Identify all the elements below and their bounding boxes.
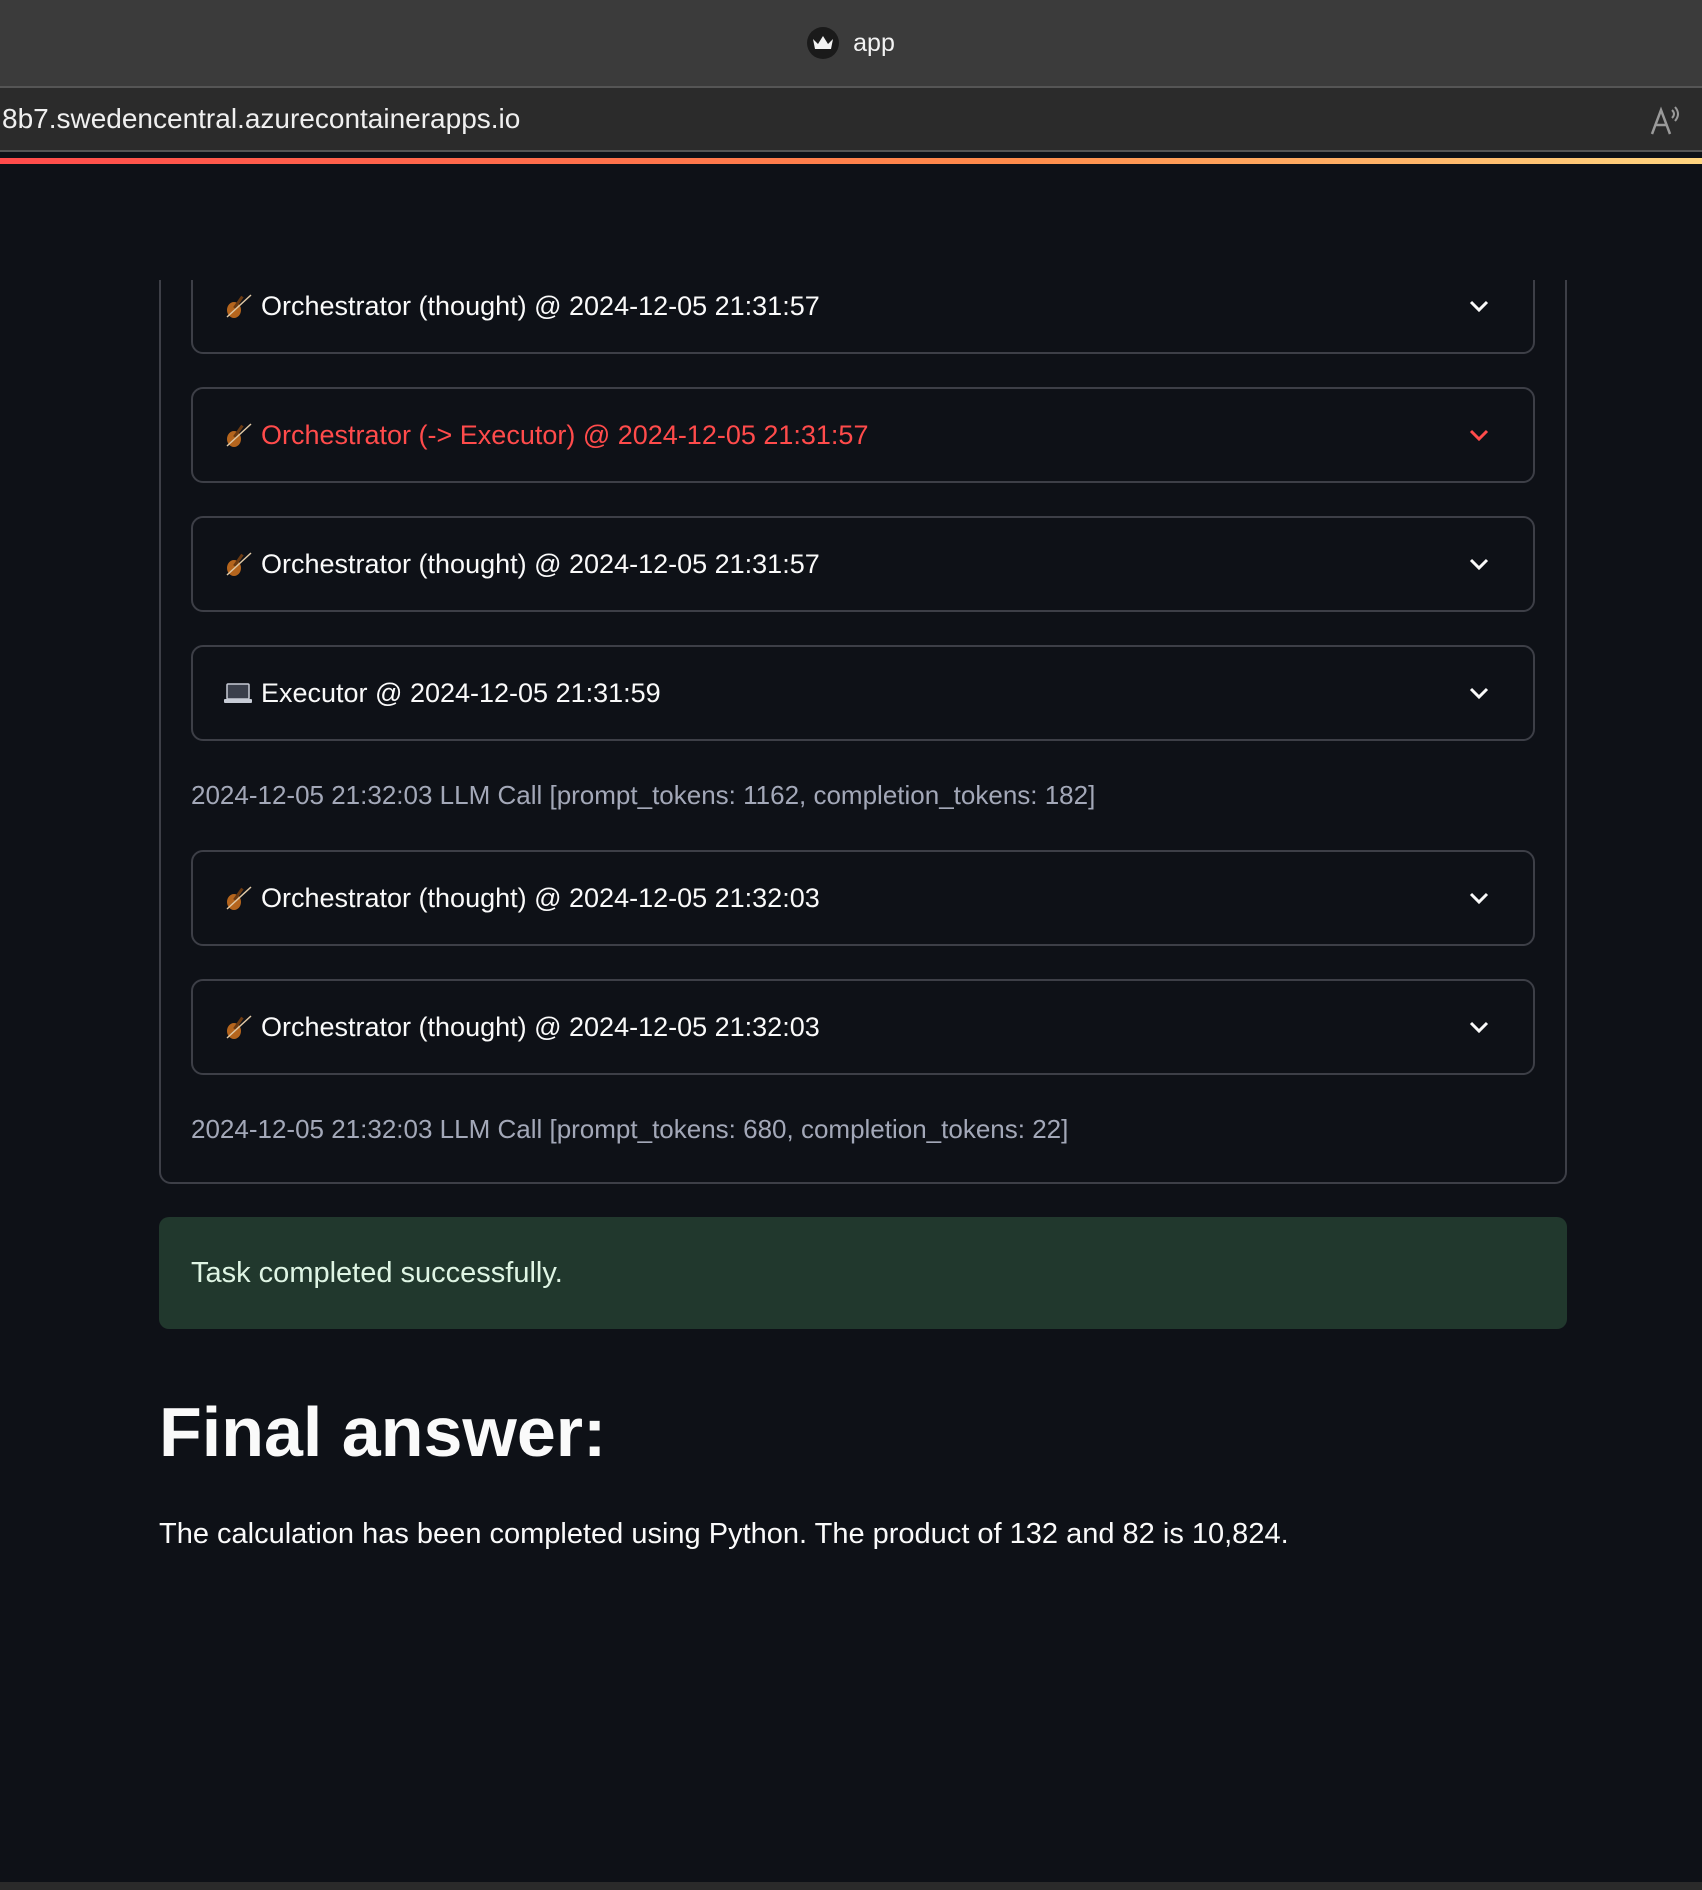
app-header <box>0 164 1702 280</box>
expander-executor[interactable]: Executor @ 2024-12-05 21:31:59 <box>191 645 1535 741</box>
laptop-icon <box>223 678 253 708</box>
expander-orchestrator-to-executor[interactable]: Orchestrator (-> Executor) @ 2024-12-05 … <box>191 387 1535 483</box>
llm-call-log-line: 2024-12-05 21:32:03 LLM Call [prompt_tok… <box>191 780 1096 810</box>
address-bar[interactable]: 8b7.swedencentral.azurecontainerapps.io <box>0 88 1702 152</box>
success-alert: Task completed successfully. <box>159 1217 1567 1329</box>
bottom-edge <box>0 1882 1702 1890</box>
expander-label: Orchestrator (thought) @ 2024-12-05 21:3… <box>261 882 820 913</box>
chevron-down-icon[interactable] <box>1465 292 1493 320</box>
chevron-down-icon[interactable] <box>1465 421 1493 449</box>
success-message: Task completed successfully. <box>191 1256 563 1289</box>
violin-icon <box>223 883 253 913</box>
violin-icon <box>223 420 253 450</box>
expander-label: Orchestrator (thought) @ 2024-12-05 21:3… <box>261 290 820 321</box>
expander-orchestrator-thought[interactable]: Orchestrator (thought) @ 2024-12-05 21:3… <box>191 280 1535 354</box>
expander-label: Orchestrator (thought) @ 2024-12-05 21:3… <box>261 1011 820 1042</box>
expander-label: Executor @ 2024-12-05 21:31:59 <box>261 677 661 708</box>
llm-call-log-line: 2024-12-05 21:32:03 LLM Call [prompt_tok… <box>191 1114 1069 1144</box>
url-text[interactable]: 8b7.swedencentral.azurecontainerapps.io <box>2 103 520 135</box>
violin-icon <box>223 1012 253 1042</box>
crown-icon <box>807 27 840 59</box>
expander-orchestrator-thought[interactable]: Orchestrator (thought) @ 2024-12-05 21:3… <box>191 516 1535 612</box>
final-answer-heading: Final answer: <box>159 1393 607 1471</box>
violin-icon <box>223 291 253 321</box>
expander-orchestrator-thought[interactable]: Orchestrator (thought) @ 2024-12-05 21:3… <box>191 850 1535 946</box>
chevron-down-icon[interactable] <box>1465 550 1493 578</box>
browser-title-bar: app <box>0 0 1702 88</box>
tab-title: app <box>853 28 895 57</box>
violin-icon <box>223 549 253 579</box>
final-answer-text: The calculation has been completed using… <box>159 1518 1289 1550</box>
read-aloud-icon[interactable] <box>1648 102 1684 138</box>
expander-label: Orchestrator (thought) @ 2024-12-05 21:3… <box>261 548 820 579</box>
expander-orchestrator-thought[interactable]: Orchestrator (thought) @ 2024-12-05 21:3… <box>191 979 1535 1075</box>
chevron-down-icon[interactable] <box>1465 884 1493 912</box>
chevron-down-icon[interactable] <box>1465 1013 1493 1041</box>
main-content: Orchestrator (thought) @ 2024-12-05 21:3… <box>0 280 1702 1890</box>
expander-label: Orchestrator (-> Executor) @ 2024-12-05 … <box>261 419 869 450</box>
chevron-down-icon[interactable] <box>1465 679 1493 707</box>
